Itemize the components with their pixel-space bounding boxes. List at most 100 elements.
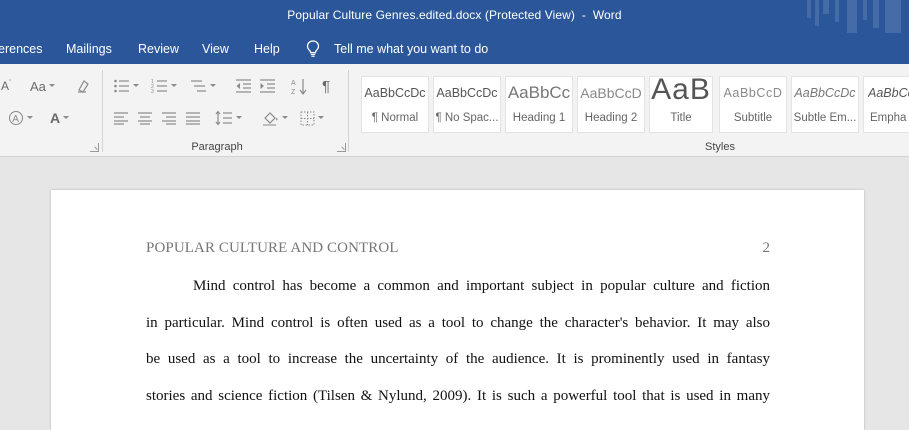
svg-text:Z: Z xyxy=(291,89,296,95)
multilevel-list-button[interactable] xyxy=(190,76,216,96)
font-size-down-button[interactable]: Aˇ xyxy=(1,76,11,96)
align-right-button[interactable] xyxy=(161,108,177,128)
align-right-icon xyxy=(162,112,176,125)
chevron-down-icon xyxy=(48,83,55,89)
clear-formatting-button[interactable] xyxy=(76,76,92,96)
style-name: ¶ No Spac... xyxy=(435,112,499,124)
style-preview: AaBbCcDc xyxy=(794,86,856,100)
ribbon-group-separator xyxy=(102,70,103,152)
window-title: Popular Culture Genres.edited.docx (Prot… xyxy=(287,8,622,22)
bullets-icon xyxy=(114,79,129,93)
tab-mailings[interactable]: Mailings xyxy=(66,42,112,56)
style-heading-1[interactable]: AaBbCc Heading 1 xyxy=(505,76,573,133)
tab-help[interactable]: Help xyxy=(254,42,280,56)
justify-button[interactable] xyxy=(185,108,201,128)
lightbulb-icon xyxy=(306,40,320,57)
chevron-down-icon xyxy=(133,83,139,89)
chevron-down-icon xyxy=(318,115,324,121)
style-normal[interactable]: AaBbCcDc ¶ Normal xyxy=(361,76,429,133)
title-bar: Popular Culture Genres.edited.docx (Prot… xyxy=(0,0,909,33)
paragraph-dialog-launcher[interactable] xyxy=(337,143,346,152)
tab-references[interactable]: erences xyxy=(0,42,42,56)
line-spacing-icon xyxy=(215,110,232,126)
borders-button[interactable] xyxy=(300,108,324,128)
font-dialog-launcher[interactable] xyxy=(90,143,99,152)
style-subtle-emphasis[interactable]: AaBbCcDc Subtle Em... xyxy=(791,76,859,133)
style-preview: AaBbCcDc xyxy=(436,86,498,100)
pilcrow-icon: ¶ xyxy=(322,77,331,95)
ribbon-tab-bar: erences Mailings Review View Help Tell m… xyxy=(0,33,909,64)
svg-text:A: A xyxy=(12,114,19,125)
change-case-label: Aa xyxy=(30,78,46,94)
bullets-button[interactable] xyxy=(113,76,139,96)
numbering-button[interactable]: 1 2 3 xyxy=(151,76,177,96)
chevron-down-icon xyxy=(171,83,177,89)
style-name: Heading 1 xyxy=(512,112,566,124)
document-area[interactable]: POPULAR CULTURE AND CONTROL 2 Mind contr… xyxy=(0,157,909,430)
font-color-icon: A xyxy=(50,110,61,126)
decrease-indent-button[interactable] xyxy=(235,76,252,96)
styles-gallery: AaBbCcDc ¶ Normal AaBbCcDc ¶ No Spac... … xyxy=(358,70,909,134)
style-title[interactable]: AaB Title xyxy=(649,76,713,133)
style-preview: AaBbCcD xyxy=(580,85,642,101)
style-name: Title xyxy=(670,112,692,124)
style-name: Empha xyxy=(870,112,907,124)
paragraph-line: stories and science fiction (Tilsen & Ny… xyxy=(146,388,770,404)
align-left-button[interactable] xyxy=(113,108,129,128)
show-hide-marks-button[interactable]: ¶ xyxy=(322,76,330,96)
style-preview: AaBbCc xyxy=(507,83,571,102)
chevron-down-icon xyxy=(282,115,288,121)
borders-icon xyxy=(300,111,315,125)
ribbon-group-separator xyxy=(348,70,349,152)
chevron-down-icon xyxy=(210,83,216,89)
paint-bucket-icon xyxy=(263,112,278,126)
paragraph-line: be used as a tool to increase the uncert… xyxy=(146,351,770,367)
style-name: Subtitle xyxy=(733,112,773,124)
style-name: ¶ Normal xyxy=(371,112,419,124)
line-spacing-button[interactable] xyxy=(215,108,242,128)
font-color-button[interactable]: A xyxy=(50,108,70,128)
paragraph-group-label: Paragraph xyxy=(191,141,243,153)
running-head: POPULAR CULTURE AND CONTROL xyxy=(146,240,399,256)
change-case-button[interactable]: Aa xyxy=(30,76,55,96)
decrease-indent-icon xyxy=(236,79,251,93)
numbering-icon: 1 2 3 xyxy=(151,79,167,94)
paragraph-line: in particular. Mind control is often use… xyxy=(146,315,770,331)
style-emphasis[interactable]: AaBbCcDc Empha xyxy=(863,76,909,133)
chevron-down-icon xyxy=(236,115,242,121)
shading-button[interactable] xyxy=(262,108,288,128)
tell-me-label: Tell me what you want to do xyxy=(334,42,489,56)
font-shrink-icon: Aˇ xyxy=(1,79,12,93)
sort-button[interactable]: A Z xyxy=(291,76,308,96)
paragraph-line: Mind control has become a common and imp… xyxy=(193,278,770,294)
tab-review[interactable]: Review xyxy=(138,42,179,56)
style-no-spacing[interactable]: AaBbCcDc ¶ No Spac... xyxy=(433,76,501,133)
clear-formatting-icon xyxy=(78,80,89,93)
page-number: 2 xyxy=(762,240,771,256)
style-heading-2[interactable]: AaBbCcD Heading 2 xyxy=(577,76,645,133)
align-center-button[interactable] xyxy=(137,108,153,128)
style-preview: AaBbCcD xyxy=(723,86,783,100)
align-left-icon xyxy=(114,112,128,125)
style-preview: AaB xyxy=(651,76,711,106)
multilevel-list-icon xyxy=(191,80,206,92)
ribbon: Aˇ Aa A A 1 2 3 A Z ¶ Paragraph AaBbCcDc… xyxy=(0,64,909,157)
styles-group-label: Styles xyxy=(705,141,735,153)
style-name: Heading 2 xyxy=(584,112,638,124)
increase-indent-icon xyxy=(260,79,275,93)
align-center-icon xyxy=(138,112,152,125)
style-subtitle[interactable]: AaBbCcD Subtitle xyxy=(719,76,787,133)
svg-text:A: A xyxy=(291,80,296,87)
svg-text:3: 3 xyxy=(151,89,154,94)
chevron-down-icon xyxy=(63,115,70,121)
tab-view[interactable]: View xyxy=(202,42,229,56)
document-page[interactable]: POPULAR CULTURE AND CONTROL 2 Mind contr… xyxy=(51,190,864,430)
increase-indent-button[interactable] xyxy=(259,76,276,96)
chevron-down-icon xyxy=(27,115,33,121)
text-effects-icon: A xyxy=(9,111,23,125)
style-name: Subtle Em... xyxy=(793,112,857,124)
style-preview: AaBbCcDc xyxy=(868,86,909,100)
sort-az-icon: A Z xyxy=(291,78,307,95)
text-effects-button[interactable]: A xyxy=(8,108,33,128)
style-preview: AaBbCcDc xyxy=(364,86,426,100)
